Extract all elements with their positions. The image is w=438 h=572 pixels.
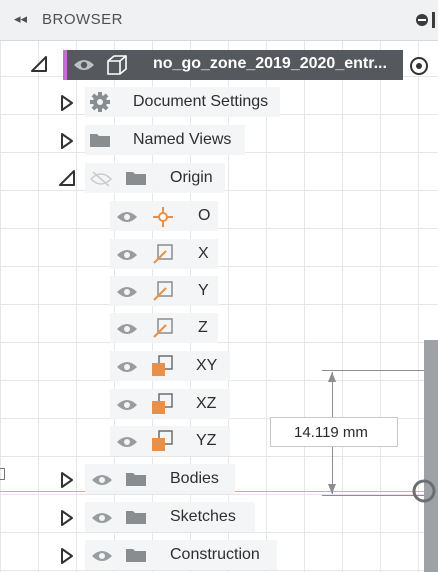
dimension-value-box[interactable]: 14.119 mm [270,417,398,447]
eye-hidden-icon[interactable] [89,171,113,187]
axis-icon [153,318,173,338]
collapse-triangle-icon[interactable] [58,169,76,187]
expand-triangle-icon[interactable] [60,94,74,112]
document-settings-label: Document Settings [133,93,269,110]
z-axis-row[interactable]: Z [110,313,218,343]
y-axis-label: Y [198,282,209,299]
plane-icon [152,430,173,451]
expand-triangle-icon[interactable] [60,132,74,150]
collapse-panel-button[interactable]: ◂◂ [14,11,27,27]
gear-icon [90,92,110,112]
pin-icon[interactable] [416,14,428,26]
yz-plane-row[interactable]: YZ [110,426,230,456]
axis-icon [153,281,173,301]
eye-icon[interactable] [116,210,138,224]
eye-icon[interactable] [116,285,138,299]
canvas-point [0,468,5,480]
eye-icon[interactable] [116,435,138,449]
plane-icon [152,393,173,414]
xy-plane-row[interactable]: XY [110,351,230,381]
origin-point-row[interactable]: O [110,201,218,231]
folder-icon [90,134,110,147]
x-axis-label: X [198,245,209,262]
named-views-label: Named Views [133,131,232,148]
folder-icon [126,549,146,562]
origin-marker-icon [412,479,436,503]
eye-icon[interactable] [73,58,95,72]
xy-plane-label: XY [196,357,218,374]
model-edge [424,340,438,572]
expand-triangle-icon[interactable] [60,471,74,489]
folder-icon [126,511,146,524]
document-settings-row[interactable]: Document Settings [85,87,280,117]
eye-icon[interactable] [91,549,113,563]
sketches-label: Sketches [170,508,236,525]
panel-edge-icon [432,12,435,28]
eye-icon[interactable] [91,473,113,487]
folder-icon [126,473,146,486]
eye-icon[interactable] [91,511,113,525]
browser-title: BROWSER [42,11,124,28]
origin-row[interactable]: Origin [85,163,225,193]
named-views-row[interactable]: Named Views [85,125,245,155]
eye-icon[interactable] [116,360,138,374]
x-axis-row[interactable]: X [110,239,218,269]
z-axis-label: Z [198,319,208,336]
active-component-indicator [63,50,67,80]
expand-triangle-icon[interactable] [60,509,74,527]
dimension-value: 14.119 mm [294,424,368,441]
xz-plane-label: XZ [196,395,217,412]
eye-icon[interactable] [116,398,138,412]
plane-icon [152,355,173,376]
xz-plane-row[interactable]: XZ [110,389,230,419]
construction-row[interactable]: Construction [85,540,277,570]
eye-icon[interactable] [116,322,138,336]
expand-triangle-icon[interactable] [60,547,74,565]
activate-radio-icon[interactable] [408,55,430,77]
bodies-row[interactable]: Bodies [85,464,235,494]
folder-icon [126,172,146,185]
component-box-icon [107,55,127,75]
browser-header: ◂◂ BROWSER [0,0,438,41]
root-component-row[interactable]: no_go_zone_2019_2020_entr... [63,50,403,80]
collapse-triangle-icon[interactable] [30,55,48,73]
axis-icon [153,244,173,264]
yz-plane-label: YZ [196,432,217,449]
eye-icon[interactable] [116,248,138,262]
origin-point-label: O [198,207,211,224]
bodies-label: Bodies [170,470,219,487]
construction-label: Construction [170,546,260,563]
y-axis-row[interactable]: Y [110,276,218,306]
sketches-row[interactable]: Sketches [85,502,255,532]
root-component-name: no_go_zone_2019_2020_entr... [153,55,387,72]
origin-label: Origin [170,169,213,186]
origin-point-icon [153,207,173,227]
